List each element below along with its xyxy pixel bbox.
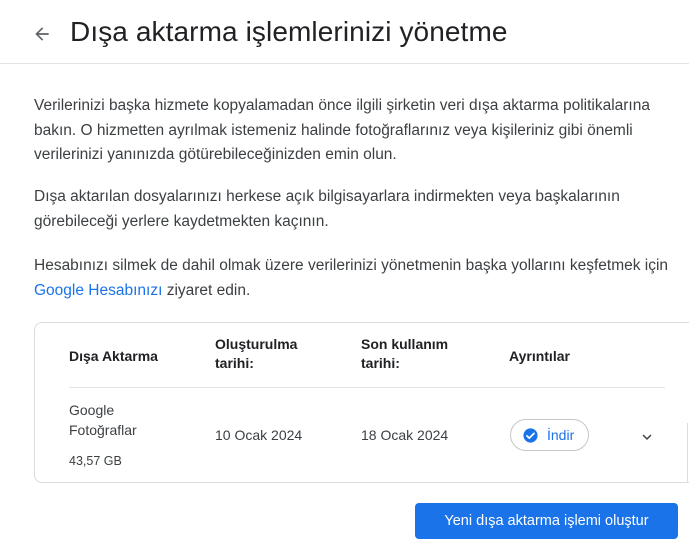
check-circle-icon xyxy=(523,427,538,443)
header-divider xyxy=(69,387,665,388)
column-header-details: Ayrıntılar xyxy=(509,348,570,364)
column-header-export: Dışa Aktarma xyxy=(69,348,158,364)
column-header-last-used: Son kullanım tarihi: xyxy=(361,336,449,371)
export-last-used-date: 18 Ocak 2024 xyxy=(361,427,449,443)
safety-paragraph: Dışa aktarılan dosyalarınızı herkese açı… xyxy=(34,188,620,230)
export-size: 43,57 GB xyxy=(69,454,122,468)
google-account-link[interactable]: Google Hesabınızı xyxy=(34,282,162,299)
expand-row-button[interactable] xyxy=(635,425,659,449)
export-name: Google Fotoğraflar xyxy=(69,402,137,438)
chevron-down-icon xyxy=(642,434,652,440)
intro-paragraph: Verilerinizi başka hizmete kopyalamadan … xyxy=(34,97,650,163)
back-button[interactable] xyxy=(28,20,56,48)
exports-table: Dışa Aktarma Oluşturulma tarihi: Son kul… xyxy=(34,322,689,483)
column-header-created: Oluşturulma tarihi: xyxy=(215,336,298,371)
account-text-before: Hesabınızı silmek de dahil olmak üzere v… xyxy=(34,257,669,274)
download-label: İndir xyxy=(547,427,575,443)
page-title: Dışa aktarma işlemlerinizi yönetme xyxy=(70,16,508,47)
arrow-left-icon xyxy=(35,27,49,41)
page-header: Dışa aktarma işlemlerinizi yönetme xyxy=(0,0,689,64)
export-created-date: 10 Ocak 2024 xyxy=(215,427,303,443)
account-text-after: ziyaret edin. xyxy=(162,281,251,299)
create-new-export-button[interactable]: Yeni dışa aktarma işlemi oluştur xyxy=(415,503,678,539)
download-button[interactable]: İndir xyxy=(510,419,590,451)
table-scroll-edge xyxy=(687,423,688,483)
account-paragraph: Hesabınızı silmek de dahil olmak üzere v… xyxy=(34,254,684,303)
